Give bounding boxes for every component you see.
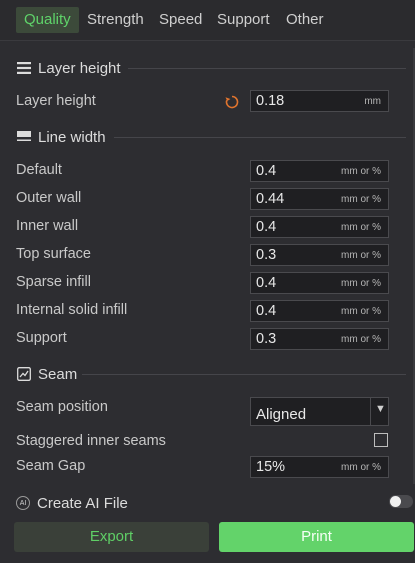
field-unit: mm or %: [341, 166, 381, 177]
section-line-width: Line width: [16, 127, 106, 147]
section-divider: [114, 137, 406, 138]
staggered-inner-seams-checkbox[interactable]: [374, 433, 388, 447]
support-input[interactable]: 0.3 mm or %: [250, 328, 389, 350]
outer-wall-input[interactable]: 0.44 mm or %: [250, 188, 389, 210]
staggered-inner-seams-label: Staggered inner seams: [16, 433, 166, 449]
field-unit: mm or %: [341, 194, 381, 205]
line-width-default-input[interactable]: 0.4 mm or %: [250, 160, 389, 182]
field-unit: mm or %: [341, 278, 381, 289]
field-value: 0.4: [256, 275, 277, 291]
ai-icon: AI: [16, 496, 30, 510]
field-unit: mm: [364, 96, 381, 107]
section-title: Line width: [38, 128, 106, 146]
support-label: Support: [16, 330, 67, 346]
tab-bar: Quality Strength Speed Support Other: [0, 0, 415, 40]
field-value: 0.4: [256, 163, 277, 179]
section-seam: Seam: [16, 364, 77, 384]
layer-height-label: Layer height: [16, 93, 96, 109]
sparse-infill-label: Sparse infill: [16, 274, 91, 290]
seam-position-label: Seam position: [16, 399, 108, 415]
create-ai-file-toggle[interactable]: [389, 495, 413, 508]
field-unit: mm or %: [341, 334, 381, 345]
field-value: 0.4: [256, 303, 277, 319]
create-ai-file-row: AI Create AI File: [16, 493, 128, 513]
select-divider: [370, 398, 371, 425]
field-value: 0.18: [256, 93, 285, 109]
section-title: Layer height: [38, 59, 121, 77]
line-width-icon: [16, 129, 32, 145]
field-value: 0.3: [256, 331, 277, 347]
field-value: 0.3: [256, 247, 277, 263]
field-value: 0.44: [256, 191, 285, 207]
select-value: Aligned: [256, 406, 307, 423]
sparse-infill-input[interactable]: 0.4 mm or %: [250, 272, 389, 294]
field-unit: mm or %: [341, 306, 381, 317]
outer-wall-label: Outer wall: [16, 190, 82, 206]
internal-solid-infill-label: Internal solid infill: [16, 302, 128, 318]
layer-height-input[interactable]: 0.18 mm: [250, 90, 389, 112]
tab-speed[interactable]: Speed: [159, 7, 202, 33]
toggle-knob: [390, 496, 401, 507]
seam-gap-input[interactable]: 15% mm or %: [250, 456, 389, 478]
top-surface-label: Top surface: [16, 246, 91, 262]
line-width-default-label: Default: [16, 162, 62, 178]
export-button[interactable]: Export: [14, 522, 209, 552]
section-layer-height: Layer height: [16, 58, 121, 78]
internal-solid-infill-input[interactable]: 0.4 mm or %: [250, 300, 389, 322]
seam-position-select[interactable]: Aligned ▼: [250, 397, 389, 426]
top-surface-input[interactable]: 0.3 mm or %: [250, 244, 389, 266]
reset-icon[interactable]: [224, 94, 240, 110]
seam-gap-label: Seam Gap: [16, 458, 86, 474]
field-value: 0.4: [256, 219, 277, 235]
field-unit: mm or %: [341, 250, 381, 261]
section-divider: [82, 374, 406, 375]
tab-support[interactable]: Support: [217, 7, 270, 33]
tab-divider: [0, 40, 415, 41]
create-ai-file-label: Create AI File: [37, 494, 128, 512]
print-button[interactable]: Print: [219, 522, 414, 552]
seam-icon: [16, 366, 32, 382]
section-title: Seam: [38, 365, 78, 383]
field-unit: mm or %: [341, 222, 381, 233]
field-unit: mm or %: [341, 462, 381, 473]
lines-icon: [16, 60, 32, 76]
tab-quality[interactable]: Quality: [16, 7, 79, 33]
section-divider: [128, 68, 406, 69]
tab-strength[interactable]: Strength: [87, 7, 144, 33]
dropdown-arrow-icon[interactable]: ▼: [375, 403, 386, 415]
field-value: 15%: [256, 459, 286, 475]
inner-wall-input[interactable]: 0.4 mm or %: [250, 216, 389, 238]
inner-wall-label: Inner wall: [16, 218, 79, 234]
tab-other[interactable]: Other: [286, 7, 324, 33]
